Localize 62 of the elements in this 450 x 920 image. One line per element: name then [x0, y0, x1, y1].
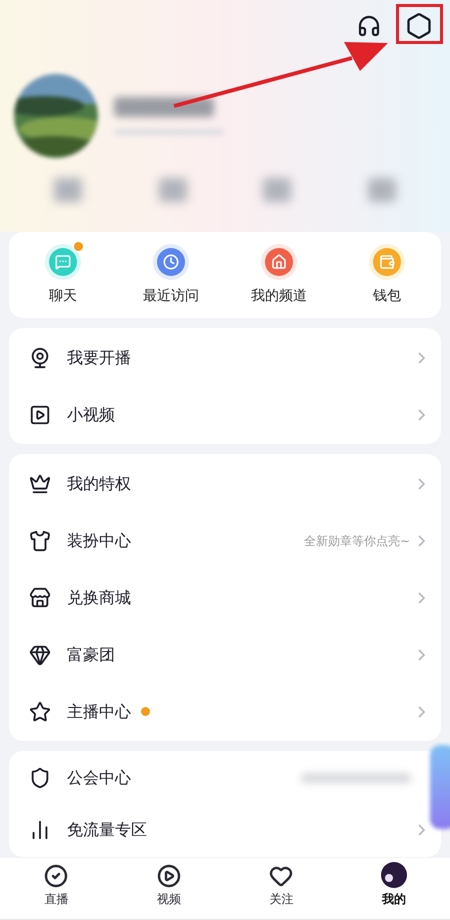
menu-label: 小视频 [67, 404, 115, 426]
chevron-icon [418, 706, 425, 718]
chevron-icon [418, 352, 425, 364]
tab-button[interactable]: 关注 [251, 864, 312, 908]
menu-label: 我要开播 [67, 346, 131, 368]
headphones-icon[interactable] [357, 14, 381, 38]
chevron-icon [418, 478, 425, 490]
store-icon [29, 586, 51, 608]
menu-item[interactable]: 我要开播 [9, 329, 429, 386]
menu-item[interactable]: 免流量专区 [9, 804, 429, 856]
wallet-icon [373, 248, 401, 276]
heart-icon [269, 864, 294, 888]
shortcut-item[interactable]: 聊天 [18, 244, 108, 306]
menu-label: 我的特权 [67, 472, 131, 494]
tab-button[interactable]: 视频 [138, 864, 199, 908]
blurred-stat [158, 178, 187, 202]
menu-item[interactable]: 兑换商城 [9, 569, 429, 626]
menu-label: 兑换商城 [67, 586, 131, 608]
shield-icon [29, 767, 51, 789]
menu-label: 装扮中心 [67, 530, 131, 552]
avatar-icon [380, 862, 407, 888]
blurred-stat [263, 178, 292, 202]
shortcut-label: 我的频道 [251, 286, 307, 306]
shortcut-label: 最近访问 [143, 286, 199, 306]
menu-item[interactable]: 主播中心 [9, 683, 429, 740]
menu-hint: 全新勋章等你点亮~ [304, 532, 410, 550]
clock-icon [157, 248, 185, 276]
chevron-icon [418, 824, 425, 836]
menu-label: 富豪团 [67, 644, 115, 666]
shortcut-item[interactable]: 我的频道 [234, 244, 324, 306]
star-icon [29, 700, 51, 722]
shortcut-label: 钱包 [373, 286, 401, 306]
menu-label: 免流量专区 [67, 819, 147, 841]
tab-button[interactable]: 我的 [364, 864, 424, 908]
menu-label: 公会中心 [67, 767, 131, 789]
blurred-stat [368, 178, 396, 202]
blurred-stat [54, 178, 82, 202]
menu-item[interactable]: 我的特权 [9, 455, 429, 512]
chevron-icon [418, 648, 425, 660]
house-icon [265, 248, 293, 276]
video-icon [29, 404, 51, 426]
live-icon [44, 864, 68, 888]
settings-icon[interactable] [405, 12, 433, 40]
shortcut-label: 聊天 [49, 286, 77, 306]
shortcut-item[interactable]: 最近访问 [126, 244, 216, 306]
shortcut-item[interactable]: 钱包 [342, 244, 432, 306]
chevron-icon [418, 534, 425, 546]
menu-item[interactable]: 富豪团 [9, 626, 429, 683]
chevron-icon [418, 408, 425, 420]
menu-item[interactable]: 小视频 [9, 386, 429, 443]
menu-item[interactable]: 公会中心 [9, 752, 429, 804]
menu-item[interactable]: 装扮中心 全新勋章等你点亮~ [9, 512, 429, 569]
shirt-icon [29, 530, 51, 552]
tab-button[interactable]: 直播 [26, 864, 86, 908]
chat-bubble-icon [49, 248, 77, 276]
webcam-icon [29, 346, 51, 368]
gem-icon [29, 644, 51, 666]
video-icon [156, 864, 181, 888]
annotation-box [396, 4, 443, 44]
chevron-icon [418, 592, 425, 604]
menu-label: 主播中心 [67, 700, 131, 722]
crown-icon [29, 472, 51, 494]
